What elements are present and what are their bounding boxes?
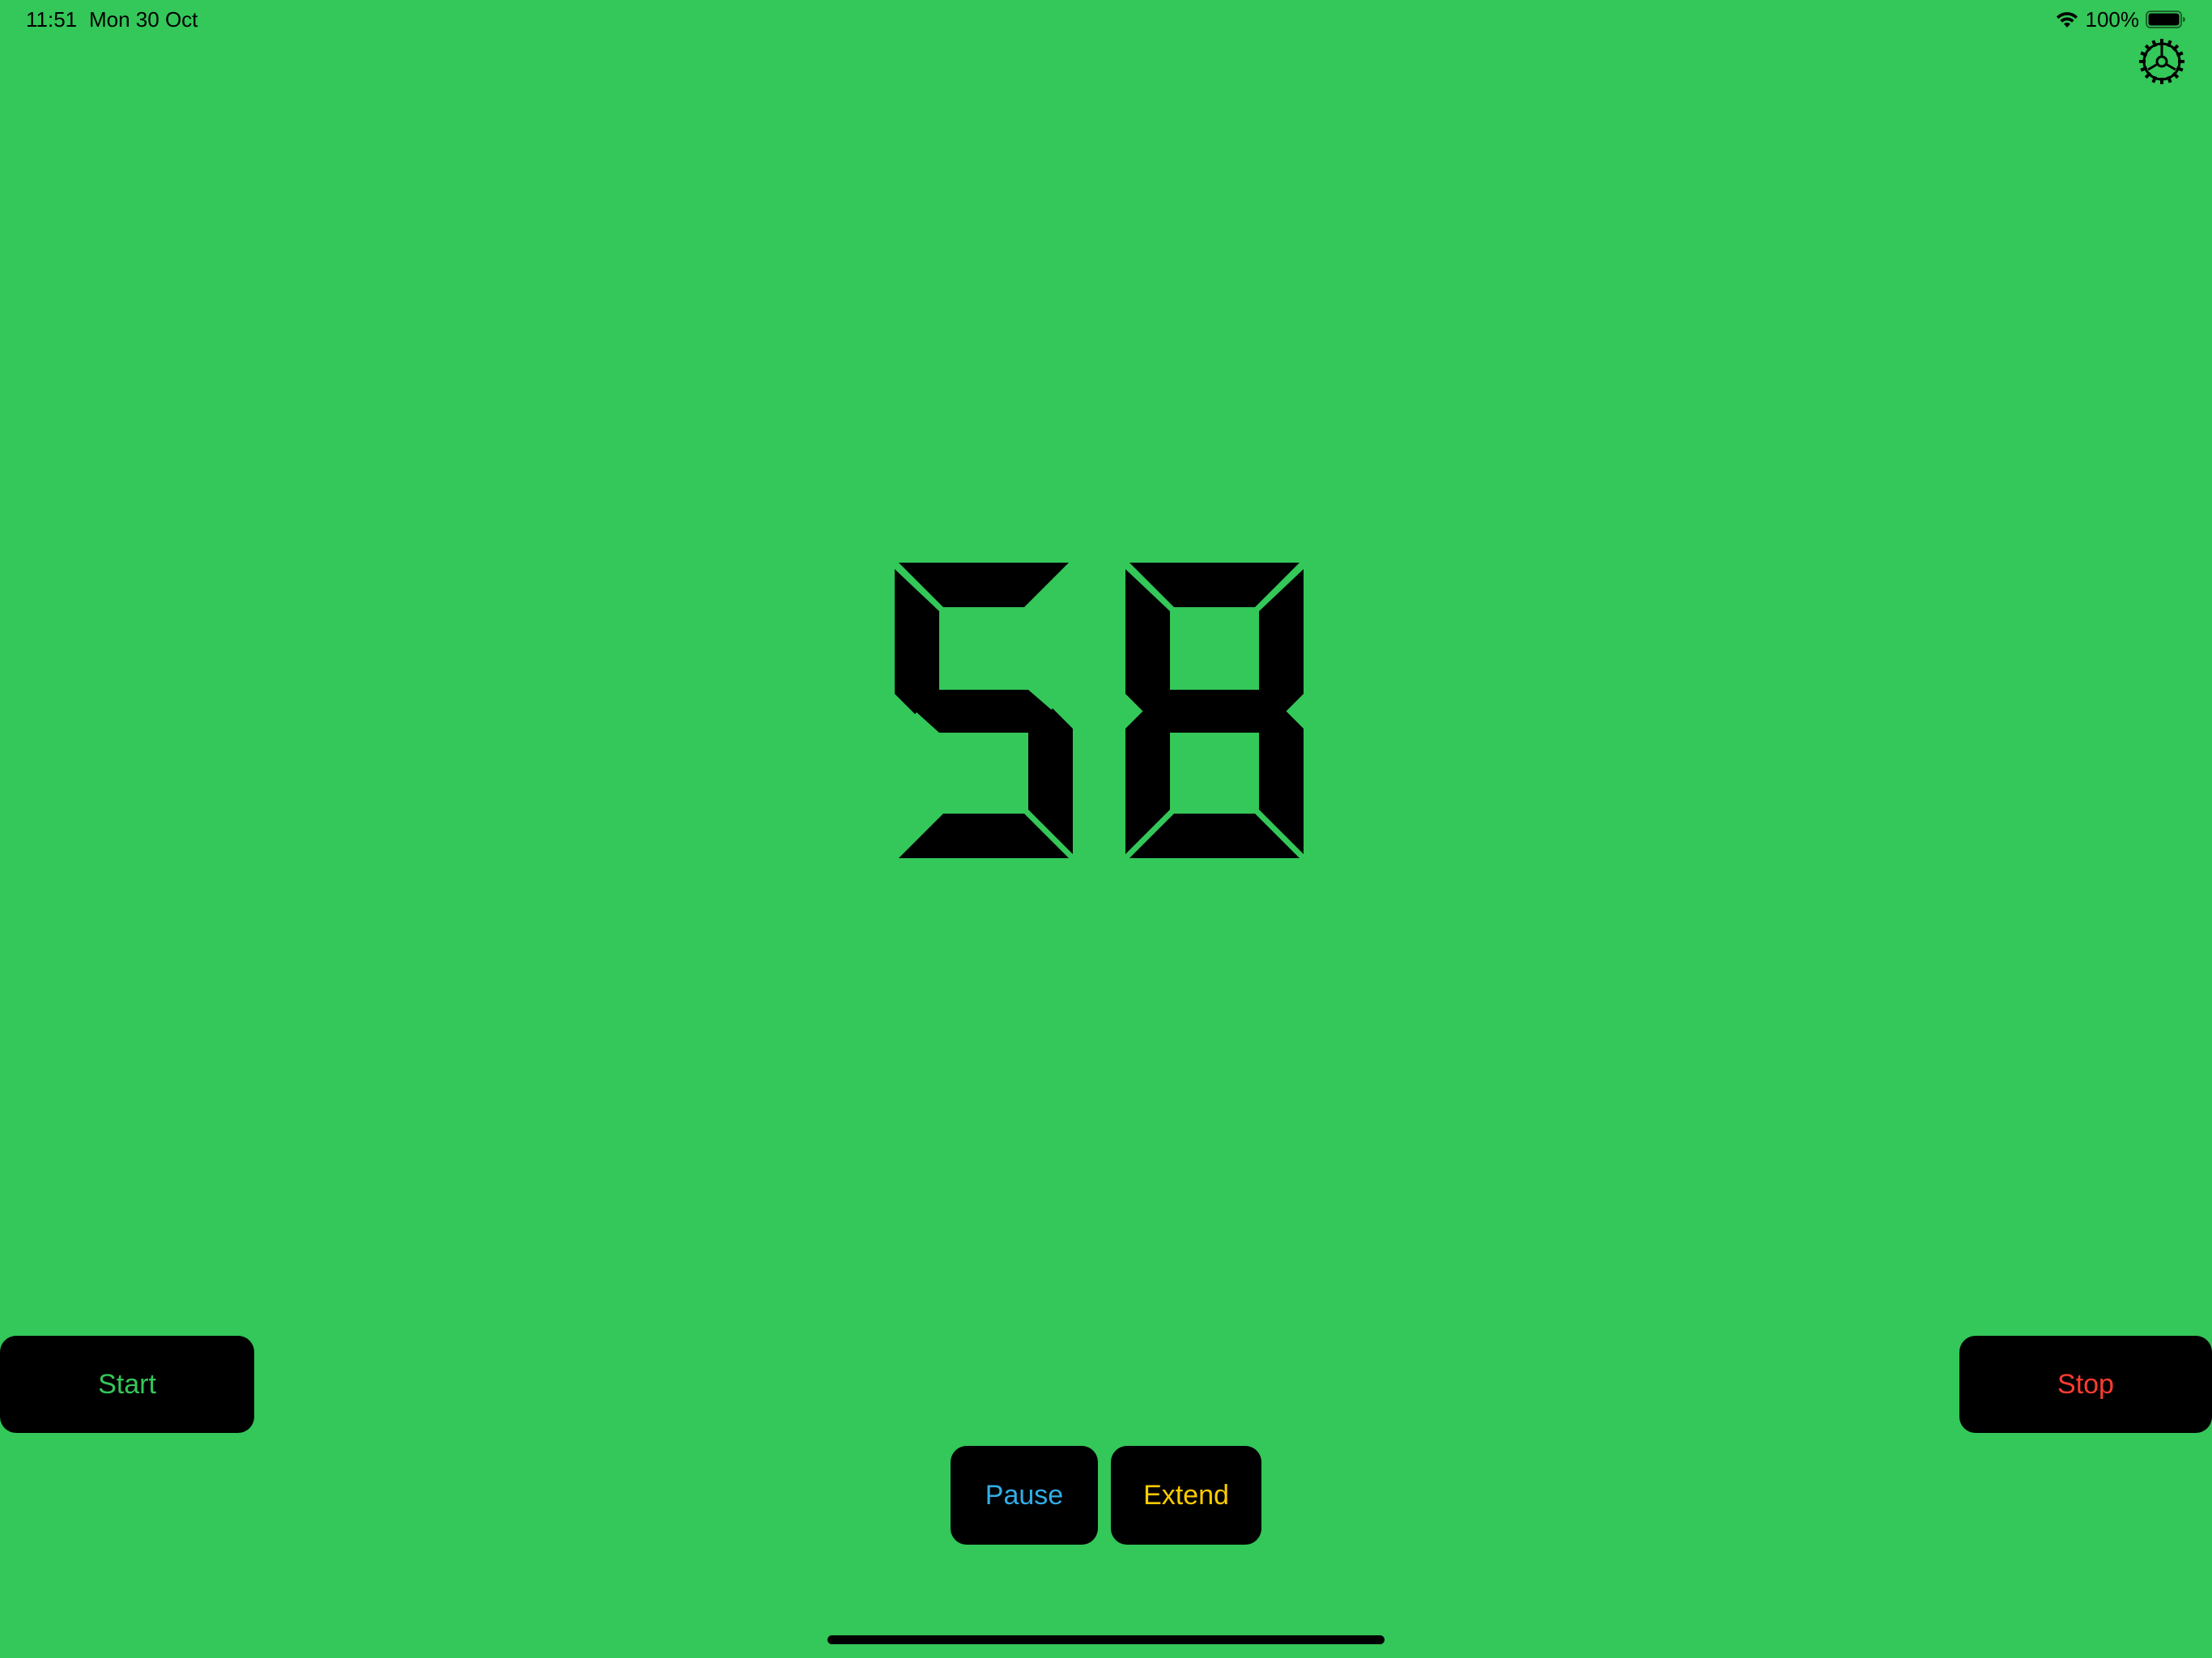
segment-g <box>1146 690 1283 733</box>
stop-button-label: Stop <box>2057 1368 2114 1400</box>
battery-full-icon <box>2146 11 2185 28</box>
wifi-icon <box>2056 11 2078 28</box>
status-time: 11:51 <box>26 7 78 32</box>
status-indicators: 100% <box>2055 5 2187 34</box>
stop-button[interactable]: Stop <box>1959 1336 2212 1433</box>
status-date: Mon 30 Oct <box>89 7 198 32</box>
extend-button-label: Extend <box>1143 1479 1229 1511</box>
settings-button[interactable] <box>2136 36 2188 87</box>
start-button-label: Start <box>98 1368 156 1400</box>
segment-g <box>915 690 1053 733</box>
battery-percent: 100% <box>2085 7 2140 32</box>
status-bar: 11:51 Mon 30 Oct 100% <box>0 0 2212 39</box>
timer-digit-ones <box>1125 563 1304 858</box>
extend-button[interactable]: Extend <box>1111 1446 1261 1545</box>
pause-button[interactable]: Pause <box>951 1446 1098 1545</box>
pause-button-label: Pause <box>985 1479 1064 1511</box>
home-indicator[interactable] <box>827 1635 1385 1644</box>
gear-icon <box>2139 39 2184 84</box>
timer-digit-tens <box>895 563 1073 858</box>
start-button[interactable]: Start <box>0 1336 254 1433</box>
timer-display: 58 <box>895 563 1304 858</box>
